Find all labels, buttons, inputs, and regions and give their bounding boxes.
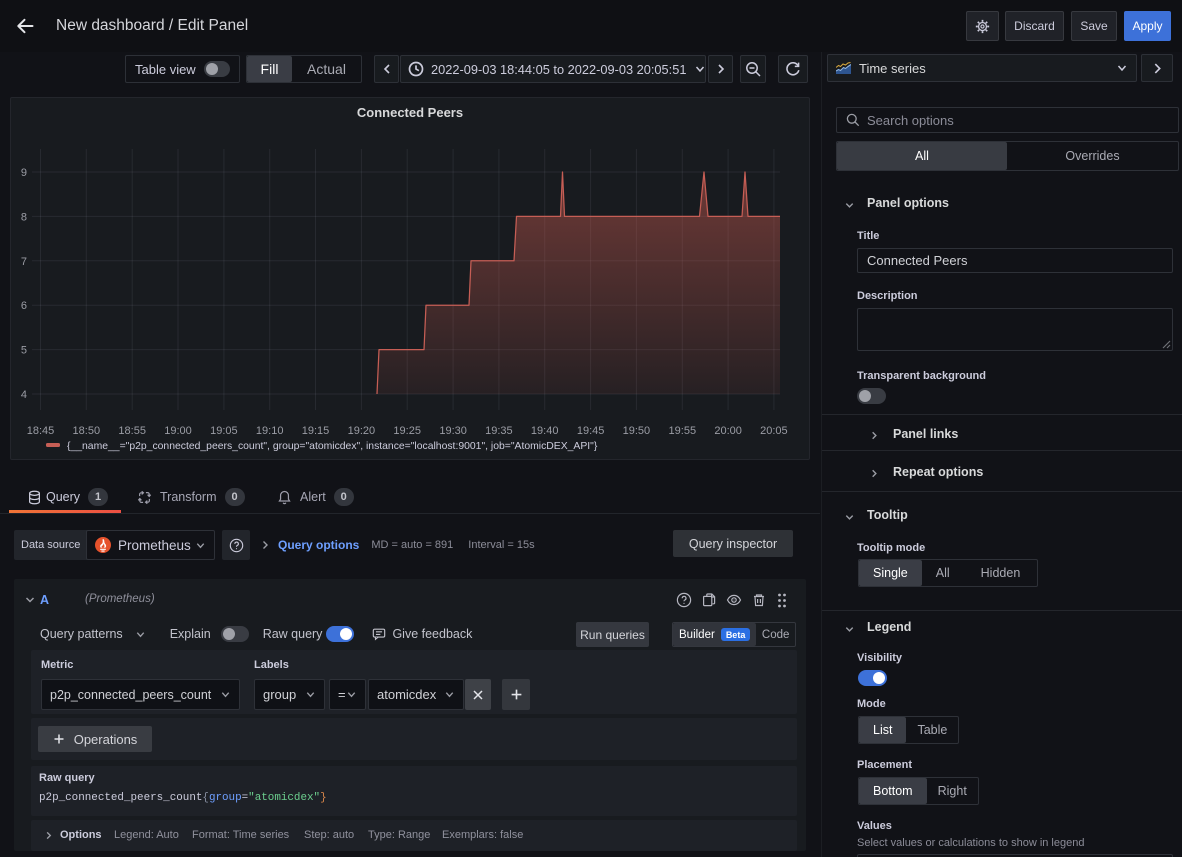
svg-text:4: 4 <box>21 389 27 401</box>
svg-text:8: 8 <box>21 211 27 223</box>
svg-text:20:00: 20:00 <box>714 425 742 437</box>
svg-text:19:55: 19:55 <box>669 425 697 437</box>
svg-text:18:50: 18:50 <box>73 425 101 437</box>
svg-text:5: 5 <box>21 345 27 357</box>
svg-text:19:35: 19:35 <box>485 425 513 437</box>
svg-text:19:25: 19:25 <box>393 425 421 437</box>
svg-text:19:20: 19:20 <box>348 425 376 437</box>
svg-text:6: 6 <box>21 300 27 312</box>
svg-text:20:05: 20:05 <box>760 425 788 437</box>
svg-text:7: 7 <box>21 256 27 268</box>
svg-text:18:55: 18:55 <box>118 425 146 437</box>
svg-text:19:00: 19:00 <box>164 425 192 437</box>
svg-text:9: 9 <box>21 167 27 179</box>
svg-text:18:45: 18:45 <box>27 425 55 437</box>
svg-text:19:45: 19:45 <box>577 425 605 437</box>
svg-text:19:05: 19:05 <box>210 425 238 437</box>
svg-text:19:40: 19:40 <box>531 425 559 437</box>
svg-text:{__name__="p2p_connected_peers: {__name__="p2p_connected_peers_count", g… <box>67 441 598 452</box>
svg-text:19:30: 19:30 <box>439 425 467 437</box>
svg-text:19:50: 19:50 <box>623 425 651 437</box>
svg-text:19:10: 19:10 <box>256 425 284 437</box>
svg-text:19:15: 19:15 <box>302 425 330 437</box>
